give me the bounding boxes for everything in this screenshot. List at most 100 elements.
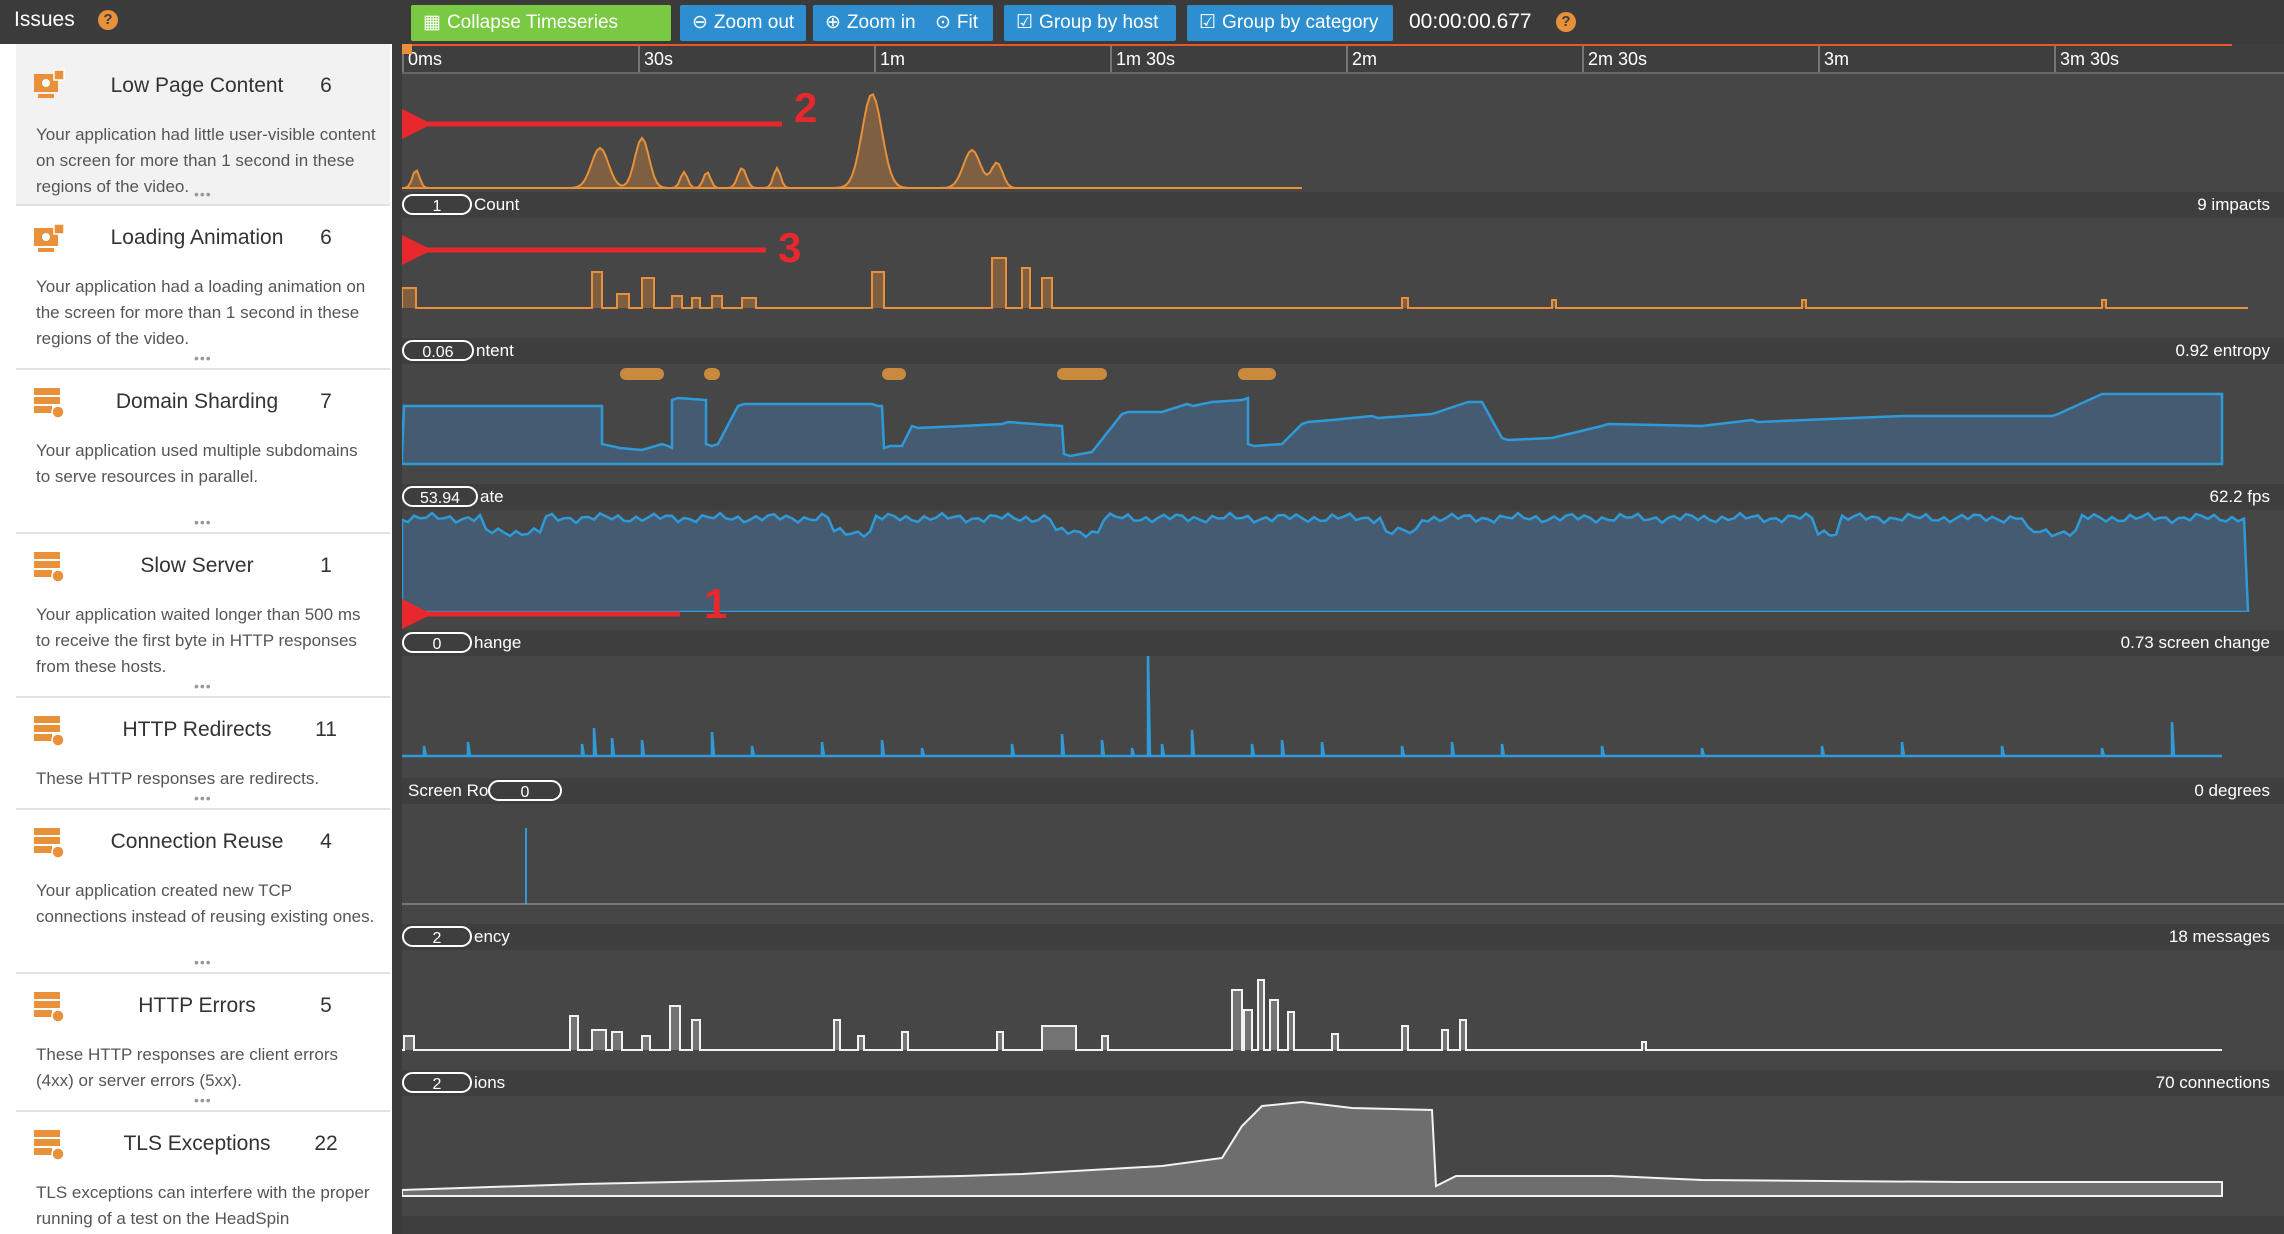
- issue-name: HTTP Errors: [138, 994, 256, 1017]
- more-icon[interactable]: •••: [194, 678, 212, 694]
- track-unit: 70 connections: [2155, 1073, 2270, 1092]
- issue-count: 6: [320, 226, 332, 249]
- playhead-marker[interactable]: [402, 44, 412, 54]
- issue-region-marker[interactable]: [1238, 368, 1276, 380]
- track-header: 53.94 ate 62.2 fps: [402, 484, 2284, 510]
- issue-name: TLS Exceptions: [123, 1132, 271, 1155]
- track-unit: 62.2 fps: [2209, 487, 2271, 506]
- help-icon[interactable]: ?: [98, 10, 118, 30]
- issue-name: Domain Sharding: [115, 390, 279, 413]
- ruler-tick: 2m: [1346, 44, 1377, 72]
- issue-item-slow-server[interactable]: Slow Server 1 Your application waited lo…: [16, 536, 390, 698]
- track-value-pill: 1: [402, 194, 472, 215]
- screen-issue-icon: [34, 69, 65, 98]
- issue-count: 5: [320, 994, 332, 1017]
- issues-sidebar: Low Page Content 6 Your application had …: [0, 44, 392, 1234]
- track-header: Screen Ro 0 0 degrees: [402, 778, 2284, 804]
- issue-name: Connection Reuse: [110, 830, 284, 853]
- track-connections: 2 ions 70 connections: [402, 1070, 2284, 1198]
- track-unit: 9 impacts: [2197, 195, 2270, 214]
- issue-name: HTTP Redirects: [122, 718, 272, 741]
- server-issue-icon: [34, 992, 65, 1023]
- group-by-category-button[interactable]: ☑ Group by category: [1187, 5, 1393, 41]
- time-ruler[interactable]: 0ms 30s 1m 1m 30s 2m 2m 30s 3m 3m 30s: [402, 44, 2284, 72]
- checkbox-checked-icon: ☑: [1199, 12, 1217, 33]
- track-unit: 0 degrees: [2194, 781, 2270, 800]
- track-label: ntent: [476, 341, 514, 360]
- more-icon[interactable]: •••: [194, 1092, 212, 1108]
- issue-region-marker[interactable]: [1057, 368, 1107, 380]
- track-label: ions: [474, 1073, 506, 1092]
- track-label: hange: [474, 633, 522, 652]
- issue-count: 1: [320, 554, 332, 577]
- issue-count: 4: [320, 830, 332, 853]
- issue-item-http-redirects[interactable]: HTTP Redirects 11 These HTTP responses a…: [16, 700, 390, 810]
- track-unit: 18 messages: [2168, 927, 2270, 946]
- server-issue-icon: [34, 388, 65, 419]
- more-icon[interactable]: •••: [194, 350, 212, 366]
- sidebar-divider: [392, 44, 402, 1234]
- track-low-page-content: [402, 72, 2284, 190]
- issue-item-low-page-content[interactable]: Low Page Content 6 Your application had …: [16, 44, 390, 206]
- track-page-content: 0.06 ntent 0.92 entropy: [402, 338, 2284, 466]
- track-value-pill: 2: [402, 1072, 472, 1093]
- track-value-pill: 0.06: [402, 340, 474, 361]
- issue-description: These HTTP responses are redirects.: [36, 769, 320, 788]
- help-icon[interactable]: ?: [1556, 12, 1576, 32]
- orange-step-chart: [402, 257, 2248, 309]
- zoom-in-button[interactable]: ⊕ Zoom in: [813, 5, 927, 41]
- server-issue-icon: [34, 1130, 65, 1161]
- ruler-tick: 2m 30s: [1582, 44, 1647, 72]
- issue-item-loading-animation[interactable]: Loading Animation 6 Your application had…: [16, 208, 390, 370]
- ruler-tick: 3m: [1818, 44, 1849, 72]
- zoom-out-button[interactable]: ⊖ Zoom out: [680, 5, 806, 41]
- track-unit: 0.92 entropy: [2175, 341, 2270, 360]
- rotation-chart: [402, 828, 2284, 905]
- current-time-readout: 00:00:00.677: [1409, 10, 1532, 33]
- track-impact-count: 1 Count 9 impacts: [402, 192, 2284, 310]
- issue-item-http-errors[interactable]: HTTP Errors 5 These HTTP responses are c…: [16, 976, 390, 1112]
- zoom-out-label: Zoom out: [713, 12, 795, 33]
- collapse-timeseries-button[interactable]: ▦ Collapse Timeseries: [411, 5, 671, 41]
- ruler-tick: 1m 30s: [1110, 44, 1175, 72]
- issue-item-tls-exceptions[interactable]: TLS Exceptions 22 TLS exceptions can int…: [16, 1114, 390, 1234]
- annotation-label-3: 3: [778, 224, 802, 271]
- entropy-chart: [402, 368, 2224, 466]
- issue-region-marker[interactable]: [704, 368, 720, 380]
- timeline-pane[interactable]: 0ms 30s 1m 1m 30s 2m 2m 30s 3m 3m 30s 1 …: [402, 44, 2284, 1234]
- ruler-tick: 1m: [874, 44, 905, 72]
- more-icon[interactable]: •••: [194, 514, 212, 530]
- collapse-timeseries-label: Collapse Timeseries: [446, 12, 619, 33]
- track-header: 0 hange 0.73 screen change: [402, 630, 2284, 656]
- more-icon[interactable]: •••: [194, 954, 212, 970]
- track-value-pill: 53.94: [402, 486, 478, 507]
- track-header: 1 Count 9 impacts: [402, 192, 2284, 218]
- fps-chart: [402, 511, 2250, 612]
- screen-change-chart: [402, 656, 2222, 758]
- annotation-label-2: 2: [794, 84, 818, 131]
- issues-title: Issues: [14, 8, 75, 31]
- issue-region-marker[interactable]: [620, 368, 664, 380]
- more-icon[interactable]: •••: [194, 790, 212, 806]
- more-icon[interactable]: •••: [194, 186, 212, 202]
- group-by-host-button[interactable]: ☑ Group by host: [1004, 5, 1176, 41]
- server-issue-icon: [34, 828, 65, 859]
- issue-item-connection-reuse[interactable]: Connection Reuse 4 Your application crea…: [16, 812, 390, 974]
- issue-count: 22: [314, 1132, 338, 1155]
- orange-series-chart: [402, 72, 2284, 190]
- issue-name: Loading Animation: [110, 226, 284, 249]
- issue-item-domain-sharding[interactable]: Domain Sharding 7 Your application used …: [16, 372, 390, 534]
- track-header: [402, 1216, 2284, 1234]
- zoom-in-icon: ⊕: [825, 12, 841, 33]
- track-header: 2 ency 18 messages: [402, 924, 2284, 950]
- track-screen-rotation: Screen Ro 0 0 degrees: [402, 778, 2284, 906]
- track-header: 2 ions 70 connections: [402, 1070, 2284, 1096]
- fit-button[interactable]: ⊙ Fit: [923, 5, 993, 41]
- issue-region-marker[interactable]: [882, 368, 906, 380]
- group-by-host-label: Group by host: [1039, 12, 1159, 33]
- track-label: Count: [474, 195, 520, 214]
- ruler-progress-line: [412, 44, 2232, 46]
- track-frame-rate: 53.94 ate 62.2 fps: [402, 484, 2284, 612]
- fit-label: Fit: [956, 12, 979, 33]
- track-value-pill: 0: [402, 632, 472, 653]
